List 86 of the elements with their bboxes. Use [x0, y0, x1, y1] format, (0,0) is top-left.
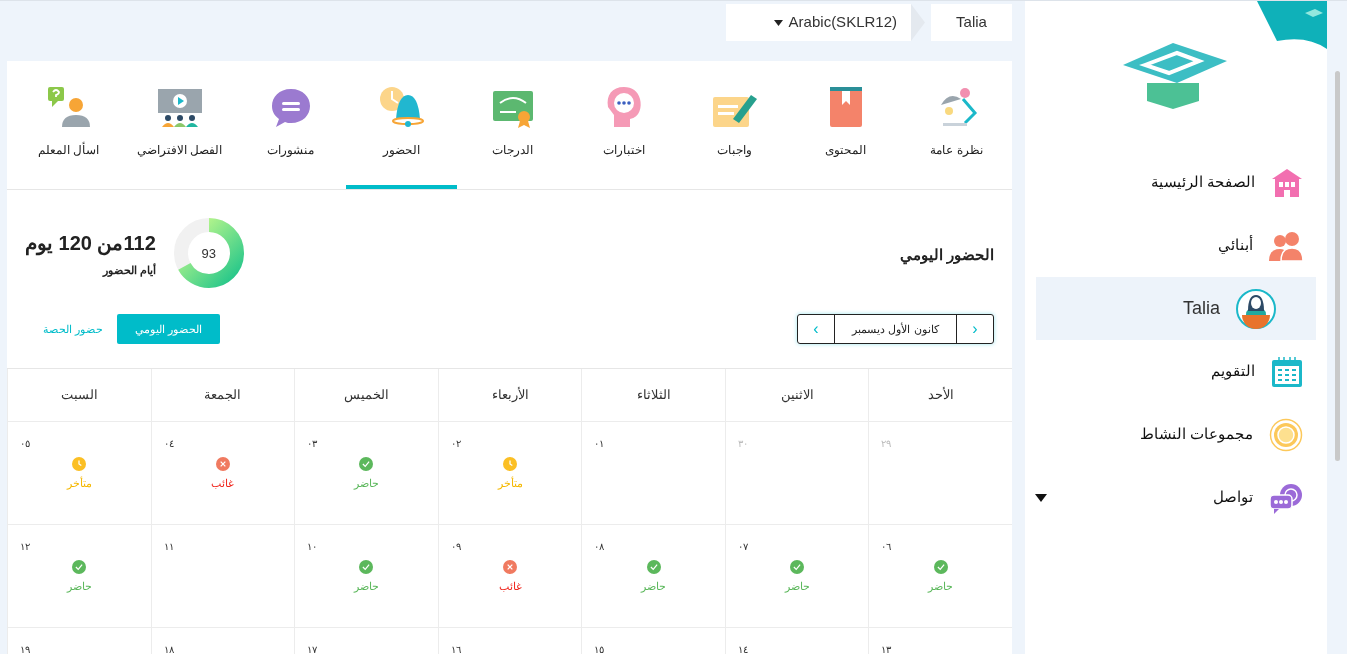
attendance-status: حاضر [66, 579, 92, 595]
attendance-status: حاضر [928, 579, 954, 595]
sidebar-item[interactable]: مجموعات النشاط [1025, 403, 1327, 466]
close-icon [215, 457, 230, 471]
clock-bell-icon [377, 85, 426, 129]
logo-icon [1123, 43, 1229, 109]
book-icon [827, 85, 864, 129]
day-number: ١٣ [881, 643, 892, 654]
check-icon [359, 560, 374, 574]
scrollbar-thumb[interactable] [1334, 71, 1340, 461]
day-number: ٠٦ [881, 540, 892, 554]
speech-bubble-icon [269, 87, 312, 129]
section-title: الحضور اليومي [899, 244, 994, 267]
day-number: ١٦ [450, 643, 461, 654]
tab[interactable]: اسأل المعلم [13, 61, 124, 189]
weekday-header: الثلاثاء [581, 369, 725, 422]
day-number: ١٠ [307, 540, 318, 554]
calendar-icon [1271, 355, 1303, 388]
target-circle-icon [1269, 417, 1303, 452]
avatar-icon [1236, 288, 1276, 329]
check-icon [359, 457, 374, 471]
day-number: ٣٠ [737, 437, 748, 451]
day-number: ١٤ [737, 643, 748, 654]
virtual-class-icon [155, 87, 204, 129]
attendance-status: غائب [498, 579, 522, 594]
attendance-status: غائب [211, 476, 235, 491]
attendance-status: حاضر [353, 579, 379, 595]
caret-icon [773, 19, 783, 26]
sidebar-item[interactable]: تواصل [1025, 466, 1327, 529]
sidebar-item[interactable]: التقويم [1025, 340, 1327, 403]
people-icon [1269, 230, 1303, 261]
check-icon [646, 560, 661, 574]
attendance-status: متأخر [66, 475, 92, 492]
tab[interactable]: الفصل الافتراضي [124, 61, 235, 189]
day-number: ٢٩ [881, 437, 892, 451]
check-icon [72, 560, 87, 574]
sidebar-item[interactable]: أبنائي [1025, 214, 1327, 277]
day-number: ١٩ [20, 643, 30, 654]
day-number: ٠٤ [163, 437, 174, 451]
close-icon [503, 560, 517, 574]
language-selector[interactable]: Arabic(SKLR12) [726, 4, 911, 41]
question-person-icon [45, 85, 92, 129]
attendance-status: حاضر [641, 579, 667, 595]
day-number: ٠٧ [737, 540, 748, 554]
weekday-header: الأحد [868, 369, 1012, 422]
day-number: ١٥ [594, 643, 605, 654]
weekday-header: الخميس [294, 369, 438, 422]
day-number: ١٨ [163, 643, 174, 654]
day-number: ٠٢ [450, 437, 461, 451]
tab[interactable]: الحضور [346, 61, 457, 189]
attendance-status: حاضر [784, 579, 810, 595]
tab[interactable]: منشورات [235, 61, 346, 189]
corner-ribbon-icon [1257, 1, 1327, 49]
day-number: ١٢ [20, 540, 30, 554]
tab[interactable]: اختبارات [568, 61, 679, 189]
attendance-count: 112من 120 يوم [25, 230, 156, 258]
day-number: ٠٨ [594, 540, 605, 554]
attendance-status: متأخر [497, 475, 523, 492]
certificate-icon [491, 89, 534, 129]
school-building-icon [1271, 166, 1303, 199]
donut-percent: 93 [201, 246, 216, 260]
weekday-header: الأربعاء [437, 369, 582, 422]
weekday-header: الاثنين [724, 369, 869, 422]
clock-icon [503, 457, 517, 471]
day-number: ٠٩ [450, 540, 461, 554]
tab[interactable]: واجبات [679, 61, 790, 189]
sidebar-item[interactable]: Talia [1036, 277, 1316, 340]
day-number: ٠١ [594, 437, 605, 451]
attendance-caption: أيام الحضور [102, 262, 156, 279]
weekday-header: الجمعة [150, 369, 295, 422]
attendance-status: حاضر [353, 476, 379, 492]
weekday-header: السبت [7, 369, 151, 422]
student-crumb[interactable]: Talia [931, 4, 1012, 41]
check-icon [790, 560, 805, 574]
tab[interactable]: المحتوى [790, 61, 901, 189]
language-label: Arabic(SKLR12) [788, 12, 897, 33]
day-number: ٠٥ [20, 437, 30, 451]
clock-icon [72, 457, 87, 471]
tab[interactable]: الدرجات [457, 61, 568, 189]
sidebar-item[interactable]: الصفحة الرئيسية [1025, 151, 1327, 214]
check-icon [933, 560, 948, 574]
month-label: كانون الأول ديسمبر [850, 321, 941, 338]
day-number: ١٧ [307, 643, 318, 654]
day-number: ١١ [163, 540, 174, 554]
tab[interactable]: نظرة عامة [901, 61, 1012, 189]
day-number: ٠٣ [307, 437, 318, 451]
